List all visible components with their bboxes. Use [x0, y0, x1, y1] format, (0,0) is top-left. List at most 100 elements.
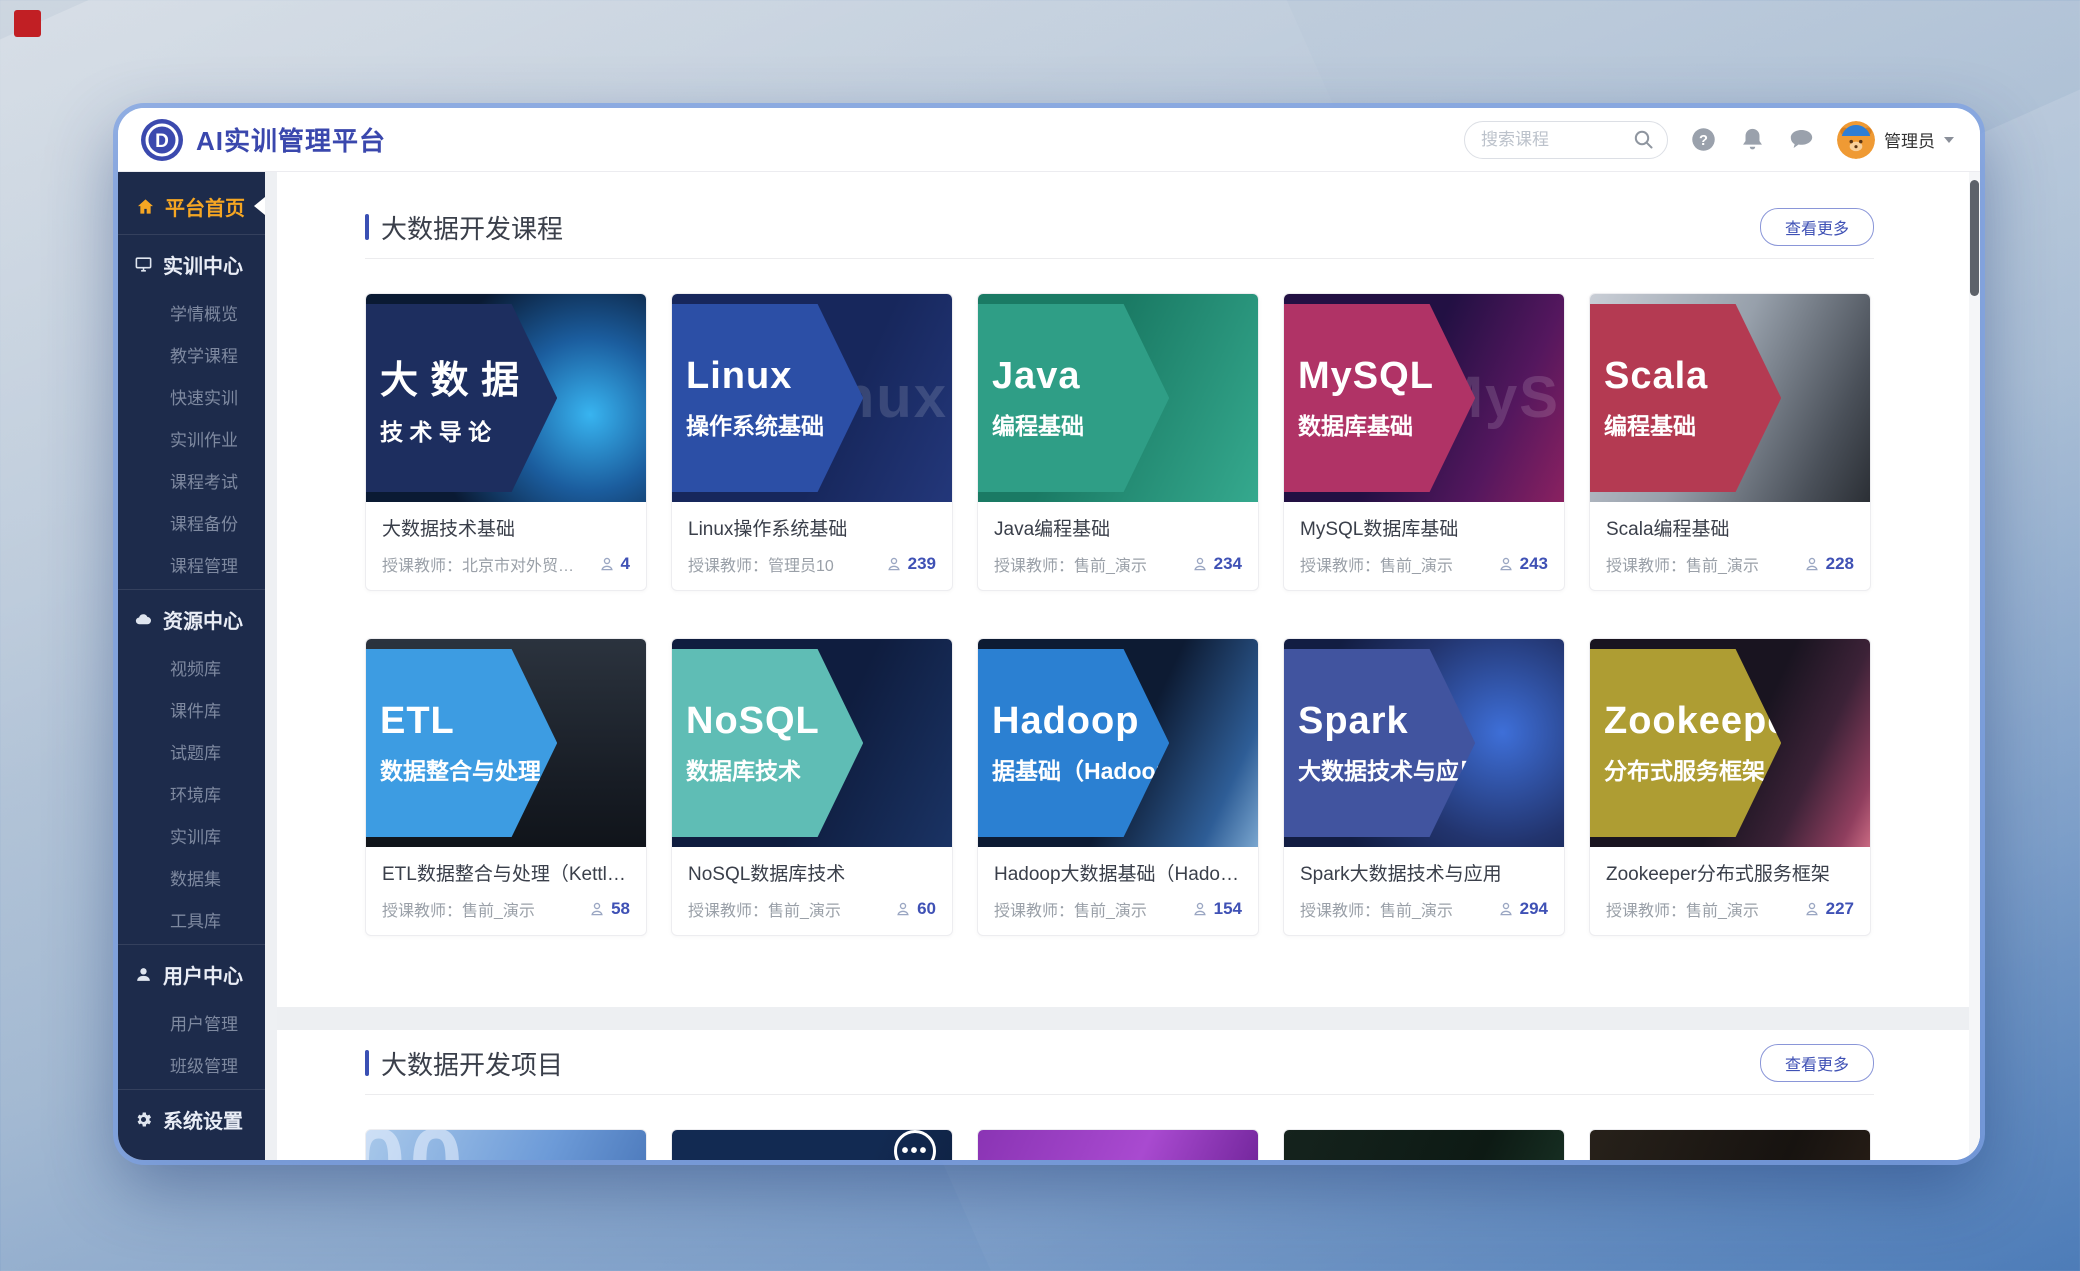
course-teacher: 授课教师：售前_演示 [688, 897, 841, 921]
course-student-count: 58 [588, 899, 630, 919]
project-card[interactable]: 00 ••• 大数据开发案例 [365, 1129, 647, 1160]
sidebar-divider [118, 1089, 265, 1090]
person-icon [1803, 555, 1821, 573]
sidebar-item[interactable]: 视频库 [118, 646, 265, 688]
project-cover: ••• 大数据开发案例 [1590, 1130, 1870, 1160]
view-more-courses-button[interactable]: 查看更多 [1760, 208, 1874, 246]
cover-banner-subtitle: 大数据技术与应用 [1298, 752, 1475, 786]
sidebar-section-users[interactable]: 用户中心 [118, 947, 265, 1001]
course-info: ETL数据整合与处理（Kettle） 授课教师：售前_演示 58 [366, 847, 646, 935]
content-scrollbar[interactable] [1969, 172, 1980, 1160]
sidebar-section-label: 实训中心 [163, 250, 243, 279]
project-card[interactable]: ••• 大数据开发案例 [671, 1129, 953, 1160]
sidebar-item[interactable]: 学情概览 [118, 291, 265, 333]
person-icon [894, 900, 912, 918]
bell-icon[interactable] [1739, 126, 1766, 153]
sidebar-item[interactable]: 实训作业 [118, 417, 265, 459]
sidebar-item[interactable]: 实训库 [118, 814, 265, 856]
sidebar-item[interactable]: 课程备份 [118, 501, 265, 543]
course-cover: inux Linux 操作系统基础 [672, 294, 952, 502]
count-value: 4 [621, 554, 630, 574]
count-value: 239 [908, 554, 936, 574]
course-teacher: 授课教师：售前_演示 [1300, 552, 1453, 576]
course-card[interactable]: ETL 数据整合与处理 ETL数据整合与处理（Kettle） 授课教师：售前_演… [365, 638, 647, 936]
help-icon[interactable]: ? [1690, 126, 1717, 153]
person-icon [1191, 900, 1209, 918]
avatar [1837, 121, 1875, 159]
cover-banner-title: Hadoop [992, 700, 1169, 743]
scrollbar-thumb[interactable] [1970, 180, 1979, 296]
title-accent-bar [365, 214, 369, 240]
cover-banner-subtitle: 编程基础 [1604, 407, 1781, 441]
course-teacher: 授课教师：北京市对外贸易学校教... [382, 552, 577, 576]
cover-arrow-banner: Scala 编程基础 [1590, 304, 1781, 492]
course-student-count: 228 [1803, 554, 1854, 574]
course-card[interactable]: Java 编程基础 Java编程基础 授课教师：售前_演示 234 [977, 293, 1259, 591]
project-card[interactable]: ••• 大数据开发案例 [1589, 1129, 1871, 1160]
sidebar-item[interactable]: 工具库 [118, 898, 265, 940]
cover-banner-subtitle: 编程基础 [992, 407, 1169, 441]
project-cover: ••• 大数据开发案例 [1284, 1130, 1564, 1160]
app-logo-icon: D [140, 118, 184, 162]
cover-banner-title: ETL [380, 700, 557, 743]
sidebar-section-training[interactable]: 实训中心 [118, 237, 265, 291]
course-card[interactable]: MyS MySQL 数据库基础 MySQL数据库基础 授课教师：售前_演示 24… [1283, 293, 1565, 591]
sidebar-item[interactable]: 环境库 [118, 772, 265, 814]
sidebar-item[interactable]: 用户管理 [118, 1001, 265, 1043]
chat-icon[interactable] [1788, 126, 1815, 153]
cover-arrow-banner: ETL 数据整合与处理 [366, 649, 557, 837]
count-value: 154 [1214, 899, 1242, 919]
course-card[interactable]: Spark 大数据技术与应用 Spark大数据技术与应用 授课教师：售前_演示 … [1283, 638, 1565, 936]
count-value: 228 [1826, 554, 1854, 574]
cover-arrow-banner: 大 数 据 技 术 导 论 [366, 304, 557, 492]
cover-arrow-banner: MySQL 数据库基础 [1284, 304, 1475, 492]
person-icon [1497, 555, 1515, 573]
sidebar-item-home[interactable]: 平台首页 [118, 182, 265, 230]
project-cover: ••• 大数据开发案例 [672, 1130, 952, 1160]
course-card[interactable]: Hadoop 据基础（Hadoop3） Hadoop大数据基础（Hadoop3）… [977, 638, 1259, 936]
course-card[interactable]: Zookeeper 分布式服务框架 Zookeeper分布式服务框架 授课教师：… [1589, 638, 1871, 936]
course-student-count: 243 [1497, 554, 1548, 574]
course-card[interactable]: inux Linux 操作系统基础 Linux操作系统基础 授课教师：管理员10… [671, 293, 953, 591]
course-student-count: 154 [1191, 899, 1242, 919]
sidebar-item[interactable]: 班级管理 [118, 1043, 265, 1085]
course-card[interactable]: Scala 编程基础 Scala编程基础 授课教师：售前_演示 228 [1589, 293, 1871, 591]
sidebar-item[interactable]: 课程管理 [118, 543, 265, 585]
cover-banner-subtitle: 数据库技术 [686, 752, 863, 786]
sidebar: 平台首页 实训中心 学情概览 教学课程 快速实训 实训作业 课程考试 课程备份 … [118, 172, 265, 1160]
person-icon [1803, 900, 1821, 918]
course-info: MySQL数据库基础 授课教师：售前_演示 243 [1284, 502, 1564, 590]
user-menu[interactable]: 管理员 [1837, 121, 1954, 159]
cover-background-text: 00 [366, 1130, 467, 1160]
sidebar-item[interactable]: 快速实训 [118, 375, 265, 417]
course-info: Zookeeper分布式服务框架 授课教师：售前_演示 227 [1590, 847, 1870, 935]
view-more-projects-button[interactable]: 查看更多 [1760, 1044, 1874, 1082]
project-card[interactable]: ••• 大数据开发案例 [977, 1129, 1259, 1160]
sidebar-item[interactable]: 试题库 [118, 730, 265, 772]
user-icon [134, 965, 153, 984]
section-title-projects: 大数据开发项目 [365, 1045, 563, 1082]
cover-banner-subtitle: 分布式服务框架 [1604, 752, 1781, 786]
course-title: Spark大数据技术与应用 [1300, 859, 1548, 886]
panel-gap [277, 1007, 1980, 1030]
sidebar-item[interactable]: 教学课程 [118, 333, 265, 375]
course-card[interactable]: NoSQL 数据库技术 NoSQL数据库技术 授课教师：售前_演示 60 [671, 638, 953, 936]
sidebar-section-resources[interactable]: 资源中心 [118, 592, 265, 646]
sidebar-divider [118, 234, 265, 235]
search-icon[interactable] [1632, 128, 1656, 152]
project-card[interactable]: ••• 大数据开发案例 [1283, 1129, 1565, 1160]
course-cover: ETL 数据整合与处理 [366, 639, 646, 847]
cover-banner-subtitle: 据基础（Hadoop3） [992, 752, 1169, 786]
sidebar-section-settings[interactable]: 系统设置 [118, 1092, 265, 1146]
course-cover: MyS MySQL 数据库基础 [1284, 294, 1564, 502]
sidebar-item[interactable]: 数据集 [118, 856, 265, 898]
sidebar-item[interactable]: 课程考试 [118, 459, 265, 501]
section-title-courses: 大数据开发课程 [365, 209, 563, 246]
sidebar-item[interactable]: 课件库 [118, 688, 265, 730]
search-box [1464, 121, 1668, 159]
course-title: Zookeeper分布式服务框架 [1606, 859, 1854, 886]
count-value: 243 [1520, 554, 1548, 574]
cover-banner-title: Linux [686, 355, 863, 398]
course-card[interactable]: 大 数 据 技 术 导 论 大数据技术基础 授课教师：北京市对外贸易学校教...… [365, 293, 647, 591]
course-teacher: 授课教师：售前_演示 [1606, 552, 1759, 576]
